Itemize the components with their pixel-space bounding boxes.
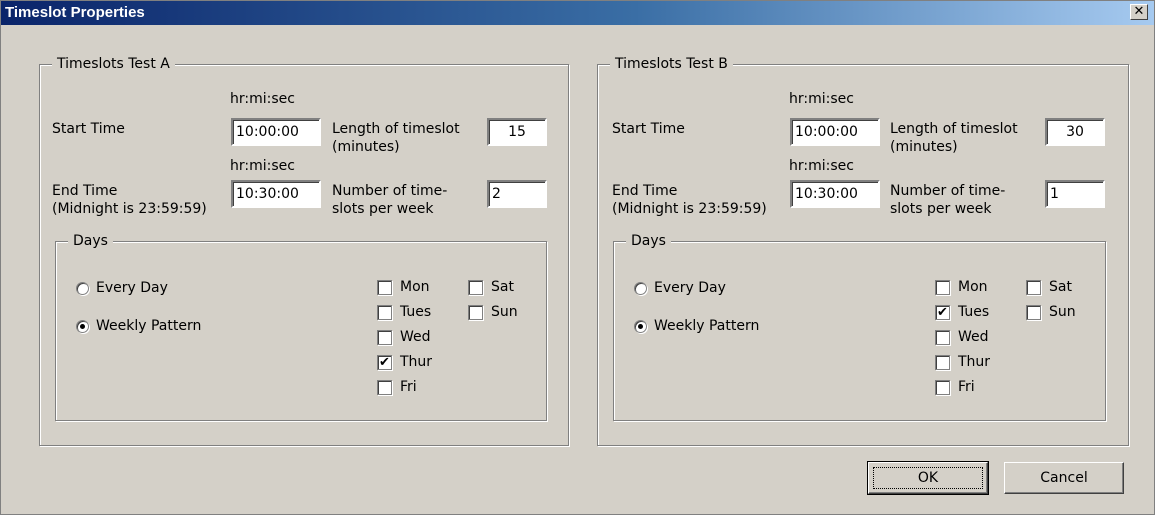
checkbox-box [1026,279,1041,295]
checkbox-box [468,279,483,295]
checkbox-box [468,304,483,320]
mon-checkbox[interactable]: Mon [935,279,988,295]
end-time-label-line2: (Midnight is 23:59:59) [52,201,207,217]
every-day-label: Every Day [654,280,726,296]
start-time-format-hint: hr:mi:sec [230,91,295,107]
check-icon: ✔ [379,354,390,370]
end-time-input[interactable]: 10:30:00 [231,180,321,208]
checkbox-box [935,379,950,395]
end-time-label-line2: (Midnight is 23:59:59) [612,201,767,217]
checkbox-box [377,329,392,345]
every-day-radio[interactable]: Every Day [634,280,726,296]
start-time-format-hint: hr:mi:sec [789,91,854,107]
start-time-label: Start Time [612,121,685,137]
tues-label: Tues [958,304,990,320]
close-button[interactable]: ✕ [1130,4,1148,20]
checkbox-box [935,354,950,370]
group-title: Timeslots Test B [610,55,733,73]
mon-checkbox[interactable]: Mon [377,279,430,295]
checkbox-box [377,304,392,320]
checkbox-box [377,279,392,295]
wed-label: Wed [958,329,989,345]
weekly-pattern-label: Weekly Pattern [654,318,760,334]
length-label-line1: Length of timeslot [332,121,460,137]
end-time-format-hint: hr:mi:sec [230,158,295,174]
number-input[interactable]: 2 [487,180,547,208]
length-input[interactable]: 30 [1045,118,1105,146]
thur-checkbox[interactable]: Thur [935,354,990,370]
check-icon: ✔ [937,304,948,320]
cancel-button[interactable]: Cancel [1004,462,1124,494]
radio-indicator [76,281,89,295]
tues-checkbox[interactable]: Tues [377,304,431,320]
timeslot-properties-dialog: Timeslot Properties ✕ Timeslots Test A h… [0,0,1155,515]
days-group: Days Every Day Weekly Pattern Mon ✔ Tues… [613,232,1106,421]
close-icon: ✕ [1133,4,1145,19]
sun-label: Sun [1049,304,1076,320]
weekly-pattern-radio[interactable]: Weekly Pattern [76,318,201,334]
number-label-line2: slots per week [332,201,434,217]
days-group: Days Every Day Weekly Pattern Mon Tues W… [55,232,547,421]
number-label-line2: slots per week [890,201,992,217]
radio-indicator [634,281,647,295]
fri-checkbox[interactable]: Fri [935,379,975,395]
tues-label: Tues [400,304,432,320]
title-bar[interactable]: Timeslot Properties ✕ [1,1,1154,25]
checkbox-box [1026,304,1041,320]
start-time-input[interactable]: 10:00:00 [231,118,321,146]
sat-checkbox[interactable]: Sat [1026,279,1072,295]
start-time-input[interactable]: 10:00:00 [790,118,880,146]
length-label-line2: (minutes) [332,139,400,155]
focus-rectangle [873,467,983,489]
sat-checkbox[interactable]: Sat [468,279,514,295]
length-label-line2: (minutes) [890,139,958,155]
fri-checkbox[interactable]: Fri [377,379,417,395]
length-input[interactable]: 15 [487,118,547,146]
mon-label: Mon [400,279,430,295]
end-time-label-line1: End Time [52,183,118,199]
tues-checkbox[interactable]: ✔ Tues [935,304,989,320]
sat-label: Sat [491,279,514,295]
end-time-input[interactable]: 10:30:00 [790,180,880,208]
end-time-format-hint: hr:mi:sec [789,158,854,174]
thur-checkbox[interactable]: ✔ Thur [377,354,432,370]
group-test-b: Timeslots Test B hr:mi:sec Start Time 10… [597,55,1129,446]
fri-label: Fri [400,379,417,395]
sun-label: Sun [491,304,518,320]
every-day-label: Every Day [96,280,168,296]
every-day-radio[interactable]: Every Day [76,280,168,296]
number-label-line1: Number of time- [332,183,448,199]
length-label-line1: Length of timeslot [890,121,1018,137]
checkbox-box: ✔ [377,354,392,370]
number-input[interactable]: 1 [1045,180,1105,208]
cancel-label: Cancel [1040,470,1088,486]
number-label-line1: Number of time- [890,183,1006,199]
sun-checkbox[interactable]: Sun [1026,304,1076,320]
mon-label: Mon [958,279,988,295]
group-title: Timeslots Test A [52,55,175,73]
thur-label: Thur [958,354,991,370]
checkbox-box [935,279,950,295]
radio-indicator-selected [76,319,89,333]
thur-label: Thur [400,354,433,370]
wed-checkbox[interactable]: Wed [377,329,431,345]
dialog-title: Timeslot Properties [5,4,145,21]
checkbox-box [935,329,950,345]
fri-label: Fri [958,379,975,395]
checkbox-box: ✔ [935,304,950,320]
weekly-pattern-radio[interactable]: Weekly Pattern [634,318,759,334]
days-group-title: Days [626,232,671,250]
radio-indicator-selected [634,319,647,333]
group-test-a: Timeslots Test A hr:mi:sec Start Time 10… [39,55,569,446]
start-time-label: Start Time [52,121,125,137]
checkbox-box [377,379,392,395]
wed-label: Wed [400,329,431,345]
sat-label: Sat [1049,279,1072,295]
weekly-pattern-label: Weekly Pattern [96,318,202,334]
end-time-label-line1: End Time [612,183,678,199]
ok-button[interactable]: OK [867,461,989,495]
days-group-title: Days [68,232,113,250]
sun-checkbox[interactable]: Sun [468,304,518,320]
wed-checkbox[interactable]: Wed [935,329,989,345]
